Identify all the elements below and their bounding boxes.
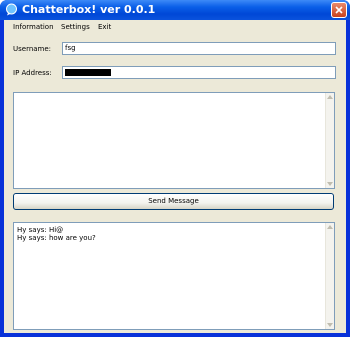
chevron-down-icon [327,182,333,186]
chevron-up-icon [327,225,333,229]
chat-bubble-icon [6,3,17,16]
title-bar[interactable]: Chatterbox! ver 0.0.1 [0,0,350,20]
scroll-down-button[interactable] [326,321,334,329]
compose-message-textarea[interactable] [13,92,335,189]
close-icon [335,6,343,14]
redacted-ip-value [65,69,111,76]
menu-item-exit[interactable]: Exit [98,21,111,33]
chevron-down-icon [327,323,333,327]
message-line: Hy says: Hi@ [17,226,64,234]
client-area: Information Settings Exit Username: fsg … [4,20,346,333]
username-field[interactable]: fsg [62,42,336,55]
window-title: Chatterbox! ver 0.0.1 [22,3,156,16]
history-scrollbar[interactable] [325,223,334,329]
close-button[interactable] [331,2,347,18]
ip-address-label: IP Address: [13,69,52,77]
scroll-up-button[interactable] [326,223,334,231]
chevron-up-icon [327,95,333,99]
message-line: Hy says: how are you? [17,234,96,242]
chat-history-textarea[interactable]: Hy says: Hi@ Hy says: how are you? [13,222,335,330]
compose-scrollbar[interactable] [325,93,334,188]
menu-item-information[interactable]: Information [13,21,54,33]
scroll-down-button[interactable] [326,180,334,188]
ip-address-field[interactable] [62,66,336,79]
username-value: fsg [65,44,76,52]
scroll-up-button[interactable] [326,93,334,101]
send-message-button[interactable]: Send Message [13,193,334,210]
menu-item-settings[interactable]: Settings [61,21,90,33]
menu-bar: Information Settings Exit [4,20,346,35]
app-window: Chatterbox! ver 0.0.1 Information Settin… [0,0,350,337]
username-label: Username: [13,45,52,53]
